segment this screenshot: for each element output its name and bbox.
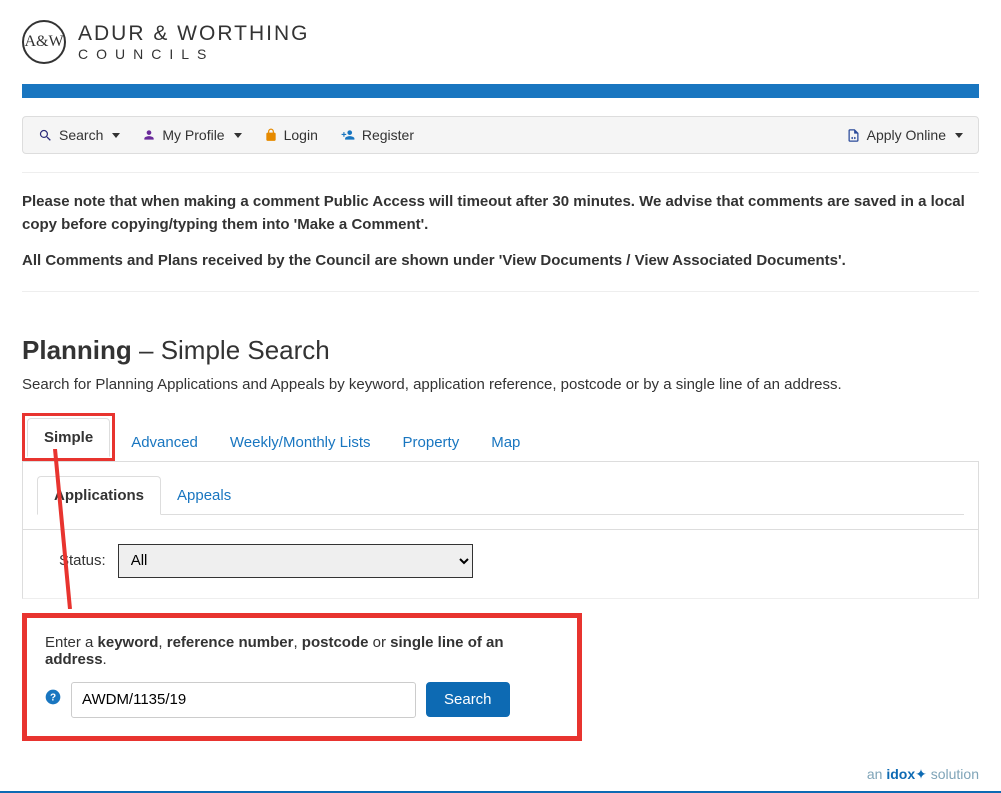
- tab-weekly-monthly[interactable]: Weekly/Monthly Lists: [214, 424, 387, 461]
- footer-divider: [0, 791, 1001, 793]
- nav-search-dropdown[interactable]: Search: [38, 127, 120, 143]
- site-logo: A&W ADUR & WORTHING COUNCILS: [22, 0, 979, 74]
- nav-apply-dropdown[interactable]: Apply Online: [846, 127, 963, 143]
- star-icon: ✦: [915, 766, 927, 782]
- search-input[interactable]: [71, 682, 416, 718]
- notice-text-1: Please note that when making a comment P…: [22, 193, 965, 233]
- status-select[interactable]: All: [118, 544, 473, 578]
- subtab-applications[interactable]: Applications: [37, 476, 161, 515]
- divider: [22, 291, 979, 292]
- page-subtitle: Search for Planning Applications and App…: [0, 376, 1001, 413]
- highlight-search-area: Enter a keyword, reference number, postc…: [22, 613, 582, 741]
- notice-block: Please note that when making a comment P…: [0, 191, 1001, 273]
- nav-register-link[interactable]: Register: [340, 127, 414, 143]
- notice-text-2: All Comments and Plans received by the C…: [22, 252, 846, 269]
- logo-circle: A&W: [22, 20, 66, 64]
- magnifier-icon: [38, 128, 53, 143]
- help-icon[interactable]: ?: [45, 689, 61, 710]
- divider: [22, 172, 979, 173]
- logo-title: ADUR & WORTHING: [78, 22, 309, 46]
- sub-tabs: Applications Appeals: [37, 476, 964, 515]
- nav-login-link[interactable]: Login: [264, 127, 318, 143]
- tab-map[interactable]: Map: [475, 424, 536, 461]
- search-button[interactable]: Search: [426, 682, 510, 717]
- lock-icon: [264, 128, 278, 142]
- chevron-down-icon: [955, 133, 963, 138]
- nav-profile-label: My Profile: [162, 127, 224, 143]
- logo-subtitle: COUNCILS: [78, 46, 309, 62]
- main-navbar: Search My Profile Login Register Apply O…: [22, 116, 979, 154]
- nav-login-label: Login: [284, 127, 318, 143]
- search-instruction: Enter a keyword, reference number, postc…: [45, 634, 559, 668]
- nav-search-label: Search: [59, 127, 103, 143]
- tab-advanced[interactable]: Advanced: [115, 424, 214, 461]
- status-filter-row: Status: All: [22, 530, 979, 599]
- chevron-down-icon: [112, 133, 120, 138]
- register-icon: [340, 128, 356, 142]
- tab-simple[interactable]: Simple: [27, 418, 110, 457]
- footer-credit: an idox✦ solution: [0, 741, 1001, 789]
- nav-register-label: Register: [362, 127, 414, 143]
- search-tabs: Simple Advanced Weekly/Monthly Lists Pro…: [22, 413, 979, 462]
- svg-text:?: ?: [50, 692, 56, 703]
- document-icon: [846, 128, 861, 143]
- highlight-simple-tab: Simple: [22, 413, 115, 461]
- decorative-bar: [22, 84, 979, 98]
- nav-profile-dropdown[interactable]: My Profile: [142, 127, 241, 143]
- status-label: Status:: [59, 552, 106, 569]
- tab-property[interactable]: Property: [387, 424, 476, 461]
- subtab-appeals[interactable]: Appeals: [161, 477, 247, 514]
- chevron-down-icon: [234, 133, 242, 138]
- nav-apply-label: Apply Online: [867, 127, 946, 143]
- page-title: Planning – Simple Search: [0, 310, 1001, 376]
- person-icon: [142, 128, 156, 142]
